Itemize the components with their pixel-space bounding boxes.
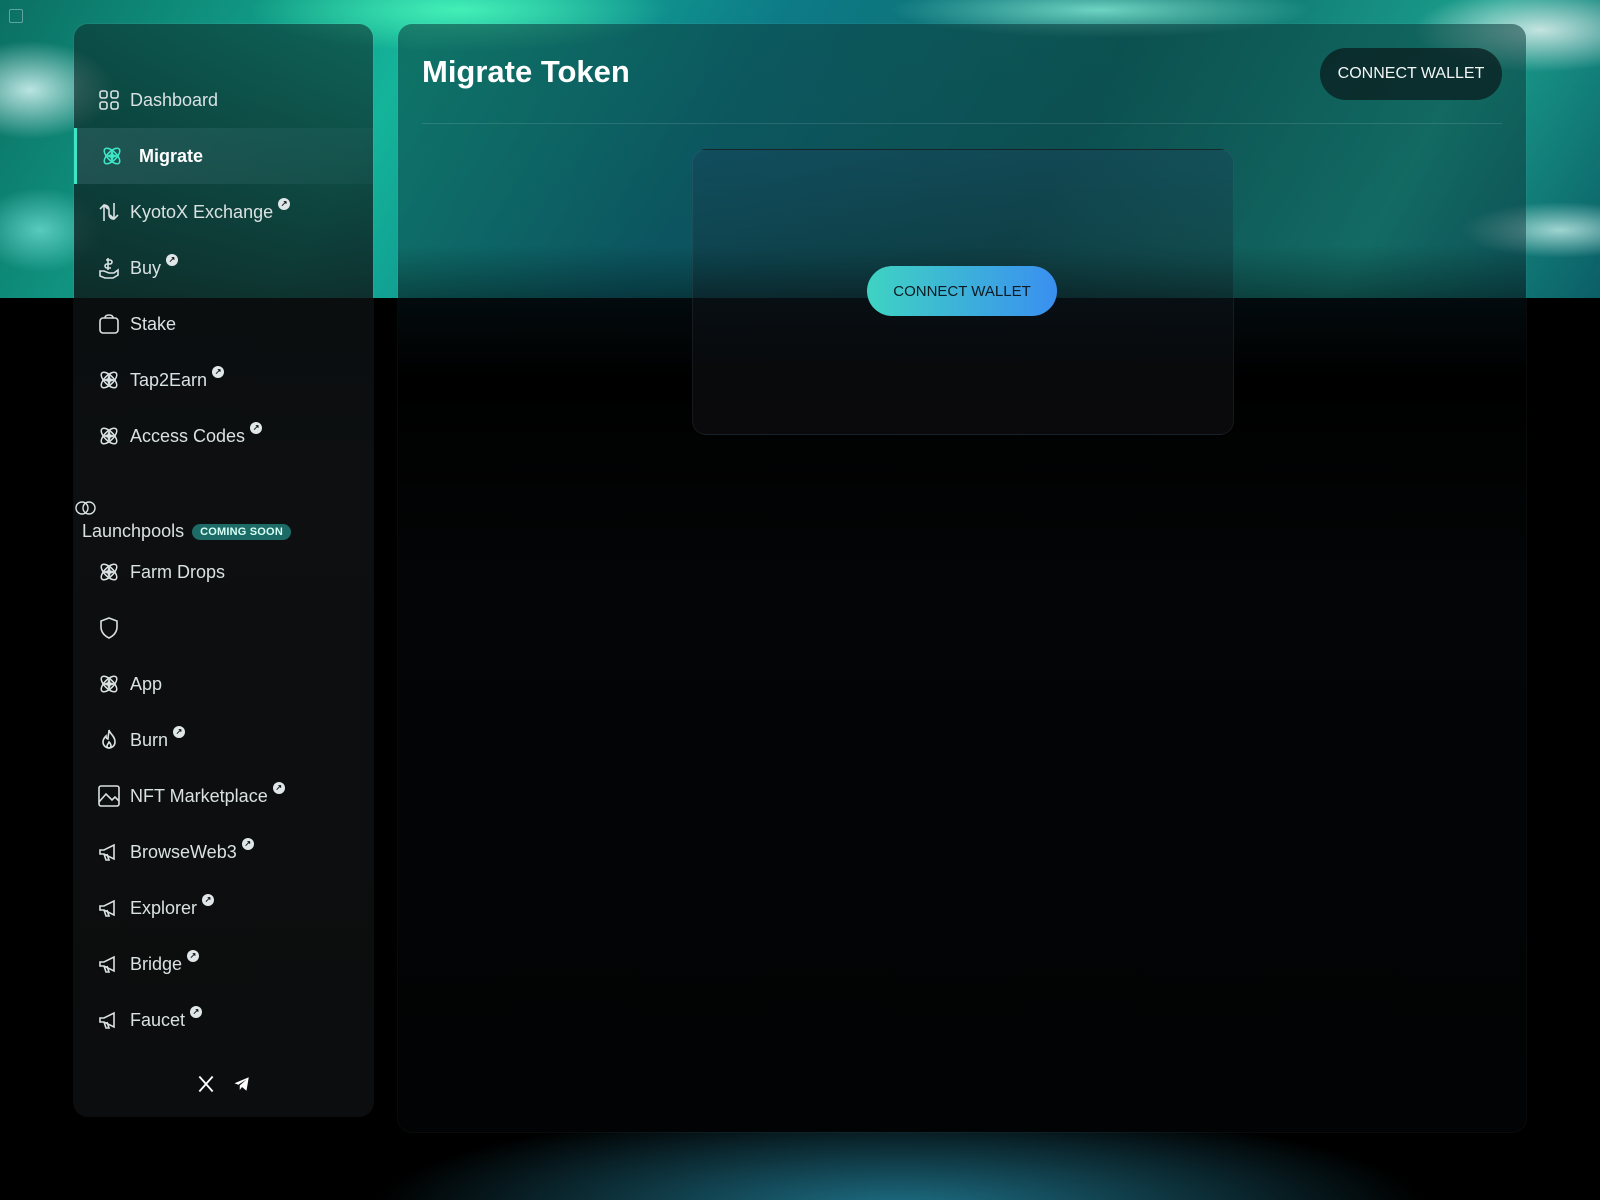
header-connect-wallet-button[interactable]: CONNECT WALLET [1320, 48, 1502, 100]
image-icon [96, 783, 122, 809]
sidebar-item-label: Tap2Earn [130, 369, 208, 390]
megaphone-icon [96, 839, 122, 865]
sidebar-item-faucet[interactable]: Faucet ↗ [74, 992, 373, 1048]
x-icon[interactable] [196, 1074, 216, 1094]
sidebar-item-access-codes[interactable]: Access Codes ↗ [74, 408, 373, 464]
sidebar-item-label: BrowseWeb3 [130, 841, 237, 862]
sidebar-item-label: Bridge [130, 953, 183, 974]
sidebar-item-label: Explorer [130, 897, 198, 918]
sidebar-item-label: Access Codes [130, 425, 246, 446]
sidebar-item-label: Stake [130, 313, 177, 334]
sidebar-item-kyotox-exchange[interactable]: KyotoX Exchange ↗ [74, 184, 373, 240]
sidebar-item-shield[interactable] [74, 600, 373, 656]
sidebar-item-bridge[interactable]: Bridge ↗ [74, 936, 373, 992]
sidebar-item-label: App [130, 673, 163, 694]
sidebar-item-label: Farm Drops [130, 561, 226, 582]
sidebar-item-explorer[interactable]: Explorer ↗ [74, 880, 373, 936]
sidebar-item-migrate[interactable]: Migrate [74, 128, 373, 184]
sidebar-item-label: Burn [130, 729, 169, 750]
atom-icon [96, 671, 122, 697]
sidebar-item-label: Faucet [130, 1009, 186, 1030]
migrate-card: CONNECT WALLET [692, 149, 1234, 435]
external-window-icon [9, 9, 23, 23]
external-link-icon: ↗ [250, 422, 263, 434]
bag-icon [96, 311, 122, 337]
telegram-icon[interactable] [232, 1074, 252, 1094]
atom-icon [96, 423, 122, 449]
section-title-label: Launchpools [82, 521, 185, 541]
external-link-icon: ↗ [212, 366, 225, 378]
external-link-icon: ↗ [173, 726, 186, 738]
coming-soon-badge: COMING SOON [192, 523, 291, 540]
atom-icon [96, 367, 122, 393]
external-link-icon: ↗ [187, 950, 200, 962]
sidebar-item-stake[interactable]: Stake [74, 296, 373, 352]
external-link-icon: ↗ [241, 838, 254, 850]
sidebar-item-tap2earn[interactable]: Tap2Earn ↗ [74, 352, 373, 408]
sidebar-item-label: NFT Marketplace [130, 785, 268, 806]
page-title: Migrate Token [422, 54, 630, 89]
external-link-icon: ↗ [190, 1006, 203, 1018]
toggle-icon[interactable] [74, 500, 98, 516]
sidebar-item-nft-marketplace[interactable]: NFT Marketplace ↗ [74, 768, 373, 824]
swap-arrows-icon [96, 199, 122, 225]
sidebar-item-farm-drops[interactable]: Farm Drops [74, 544, 373, 600]
external-link-icon: ↗ [166, 254, 179, 266]
grid-icon [96, 87, 122, 113]
section-title-launchpools: Launchpools COMING SOON [82, 521, 291, 542]
flame-icon [96, 727, 122, 753]
sidebar-item-label: Migrate [139, 145, 204, 166]
megaphone-icon [96, 895, 122, 921]
external-link-icon: ↗ [202, 894, 215, 906]
sidebar-item-burn[interactable]: Burn ↗ [74, 712, 373, 768]
sidebar-item-dashboard[interactable]: Dashboard [74, 72, 373, 128]
sidebar-item-label: Buy [130, 257, 162, 278]
sidebar-item-label: Dashboard [130, 89, 219, 110]
sidebar-item-buy[interactable]: Buy ↗ [74, 240, 373, 296]
megaphone-icon [96, 1007, 122, 1033]
external-link-icon: ↗ [272, 782, 285, 794]
social-links [74, 1074, 373, 1094]
sidebar: Dashboard Migrate KyotoX Exchange ↗ Buy … [74, 24, 373, 1116]
hand-coin-icon [96, 255, 122, 281]
card-connect-wallet-button[interactable]: CONNECT WALLET [867, 266, 1057, 316]
header-divider [422, 123, 1502, 124]
main-panel: Migrate Token CONNECT WALLET CONNECT WAL… [398, 24, 1526, 1132]
sidebar-item-label: KyotoX Exchange [130, 201, 274, 222]
megaphone-icon [96, 951, 122, 977]
atom-icon [99, 143, 125, 169]
sidebar-item-browseweb3[interactable]: BrowseWeb3 ↗ [74, 824, 373, 880]
atom-icon [96, 559, 122, 585]
sidebar-item-app[interactable]: App [74, 656, 373, 712]
external-link-icon: ↗ [278, 198, 291, 210]
shield-icon [96, 615, 122, 641]
